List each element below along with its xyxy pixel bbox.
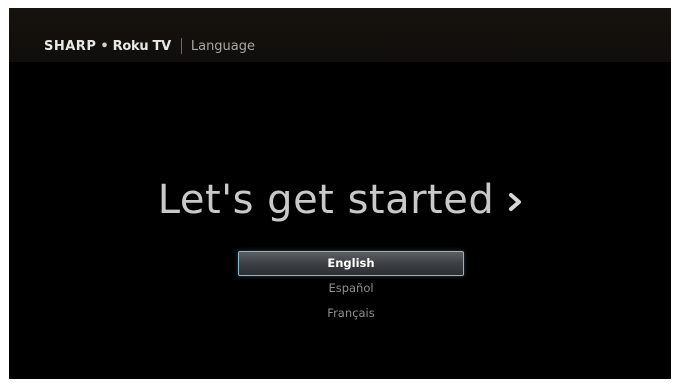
language-option-label: Español <box>328 281 374 295</box>
language-option-francais[interactable]: Français <box>238 301 464 326</box>
language-option-label: English <box>327 256 375 270</box>
header-divider <box>180 38 182 54</box>
brand-dot: • <box>100 38 109 54</box>
language-list: English Español Français <box>238 251 464 326</box>
tv-screen: SHARP • Roku TV Language Let's get start… <box>9 8 671 379</box>
page-title: Language <box>190 38 256 54</box>
header-bar: SHARP • Roku TV Language <box>9 8 671 62</box>
language-option-espanol[interactable]: Español <box>238 276 464 301</box>
headline: Let's get started <box>9 176 671 223</box>
language-option-english[interactable]: English <box>238 251 464 276</box>
brand-sharp: SHARP <box>44 38 97 54</box>
brand-logo: SHARP • Roku TV Language <box>44 36 255 56</box>
language-option-label: Français <box>327 306 375 320</box>
brand-roku-tv: Roku TV <box>112 38 172 54</box>
chevron-right-icon <box>508 176 522 211</box>
headline-text: Let's get started <box>157 177 495 223</box>
